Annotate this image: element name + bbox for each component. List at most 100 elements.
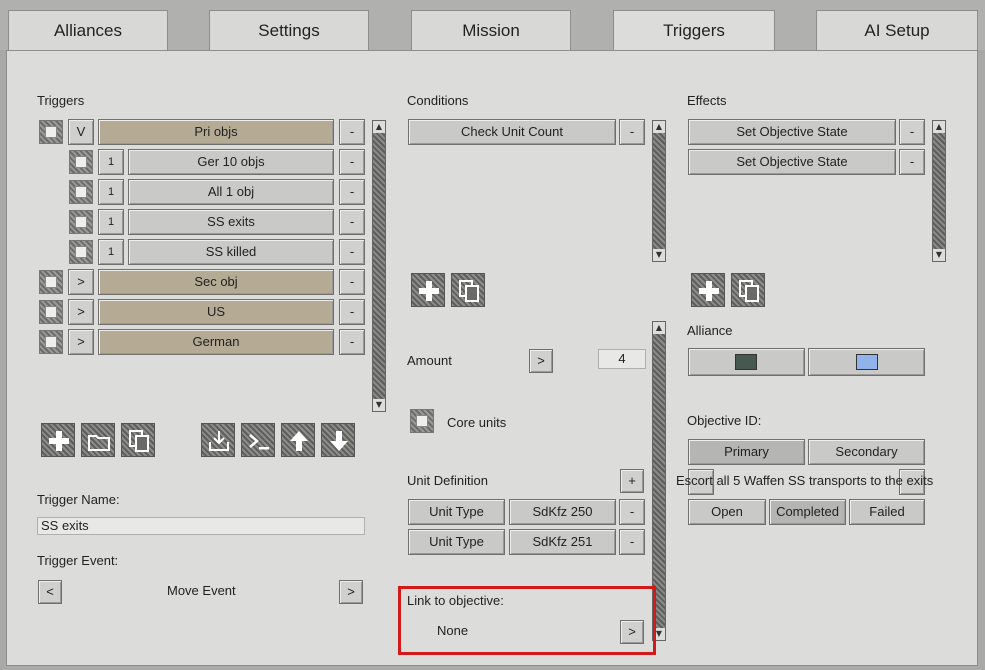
trigger-item[interactable]: SS killed bbox=[128, 239, 334, 265]
scroll-up-icon[interactable]: ▲ bbox=[373, 121, 385, 133]
unit-type-button[interactable]: Unit Type bbox=[408, 499, 505, 525]
add-condition-button[interactable] bbox=[411, 273, 445, 307]
alliance-us-button[interactable] bbox=[808, 348, 925, 376]
amount-arrow-button[interactable]: > bbox=[529, 349, 553, 373]
link-to-objective-value: None bbox=[437, 623, 469, 638]
add-unit-button[interactable]: + bbox=[620, 469, 644, 493]
trigger-checkbox[interactable] bbox=[39, 300, 63, 324]
effects-scrollbar[interactable]: ▲ ▼ bbox=[932, 120, 946, 262]
trigger-checkbox[interactable] bbox=[39, 270, 63, 294]
trigger-checkbox[interactable] bbox=[39, 120, 63, 144]
add-trigger-button[interactable] bbox=[41, 423, 75, 457]
scroll-down-icon[interactable]: ▼ bbox=[933, 249, 945, 261]
effect-item[interactable]: Set Objective State bbox=[688, 149, 896, 175]
state-failed-button[interactable]: Failed bbox=[849, 499, 925, 525]
scroll-down-icon[interactable]: ▼ bbox=[653, 249, 665, 261]
trigger-remove-button[interactable]: - bbox=[339, 179, 365, 205]
unit-remove-button[interactable]: - bbox=[619, 529, 645, 555]
add-effect-button[interactable] bbox=[691, 273, 725, 307]
trigger-expand-toggle[interactable]: V bbox=[68, 119, 94, 145]
trigger-remove-button[interactable]: - bbox=[339, 329, 365, 355]
conditions-scrollbar[interactable]: ▲ ▼ bbox=[652, 120, 666, 262]
tab-ai-setup[interactable]: AI Setup bbox=[816, 10, 978, 50]
trigger-checkbox[interactable] bbox=[39, 330, 63, 354]
copy-condition-button[interactable] bbox=[451, 273, 485, 307]
state-completed-button[interactable]: Completed bbox=[769, 499, 846, 525]
unit-value-button[interactable]: SdKfz 250 bbox=[509, 499, 616, 525]
trigger-expand-toggle[interactable]: 1 bbox=[98, 149, 124, 175]
scroll-up-icon[interactable]: ▲ bbox=[933, 121, 945, 133]
copy-icon bbox=[739, 280, 759, 302]
trigger-checkbox[interactable] bbox=[69, 150, 93, 174]
objective-secondary-button[interactable]: Secondary bbox=[808, 439, 925, 465]
trigger-item[interactable]: Ger 10 objs bbox=[128, 149, 334, 175]
trigger-remove-button[interactable]: - bbox=[339, 149, 365, 175]
add-folder-button[interactable] bbox=[81, 423, 115, 457]
condition-remove-button[interactable]: - bbox=[619, 119, 645, 145]
unit-remove-button[interactable]: - bbox=[619, 499, 645, 525]
move-up-button[interactable] bbox=[281, 423, 315, 457]
amount-label: Amount bbox=[407, 353, 452, 368]
trigger-item[interactable]: German bbox=[98, 329, 334, 355]
effect-item[interactable]: Set Objective State bbox=[688, 119, 896, 145]
trigger-item[interactable]: US bbox=[98, 299, 334, 325]
trigger-remove-button[interactable]: - bbox=[339, 119, 365, 145]
tab-mission[interactable]: Mission bbox=[411, 10, 571, 50]
event-prev-button[interactable]: < bbox=[38, 580, 62, 604]
scroll-down-icon[interactable]: ▼ bbox=[373, 399, 385, 411]
trigger-checkbox[interactable] bbox=[69, 180, 93, 204]
objective-text: Escort all 5 Waffen SS transports to the… bbox=[676, 473, 934, 488]
tab-triggers[interactable]: Triggers bbox=[613, 10, 775, 52]
trigger-expand-toggle[interactable]: > bbox=[68, 329, 94, 355]
copy-icon bbox=[129, 430, 149, 452]
trigger-checkbox[interactable] bbox=[69, 210, 93, 234]
trigger-item[interactable]: All 1 obj bbox=[128, 179, 334, 205]
effect-remove-button[interactable]: - bbox=[899, 119, 925, 145]
objective-id-label: Objective ID: bbox=[687, 413, 762, 428]
trigger-event-value: Move Event bbox=[167, 583, 236, 598]
arrow-up-icon bbox=[290, 431, 308, 451]
trigger-item[interactable]: SS exits bbox=[128, 209, 334, 235]
trigger-name-input[interactable]: SS exits bbox=[37, 517, 365, 535]
effect-remove-button[interactable]: - bbox=[899, 149, 925, 175]
state-open-button[interactable]: Open bbox=[688, 499, 766, 525]
link-to-objective-button[interactable]: > bbox=[620, 620, 644, 644]
trigger-expand-toggle[interactable]: 1 bbox=[98, 179, 124, 205]
amount-value[interactable]: 4 bbox=[598, 349, 646, 369]
copy-trigger-button[interactable] bbox=[121, 423, 155, 457]
scroll-up-icon[interactable]: ▲ bbox=[653, 121, 665, 133]
move-down-button[interactable] bbox=[321, 423, 355, 457]
trigger-item[interactable]: Sec obj bbox=[98, 269, 334, 295]
objective-primary-button[interactable]: Primary bbox=[688, 439, 805, 465]
trigger-checkbox[interactable] bbox=[69, 240, 93, 264]
trigger-remove-button[interactable]: - bbox=[339, 239, 365, 265]
alliance-color-swatch bbox=[735, 354, 757, 370]
tab-alliances[interactable]: Alliances bbox=[8, 10, 168, 50]
core-units-checkbox[interactable] bbox=[410, 409, 434, 433]
conditions-header: Conditions bbox=[407, 93, 469, 108]
condition-item[interactable]: Check Unit Count bbox=[408, 119, 616, 145]
trigger-remove-button[interactable]: - bbox=[339, 269, 365, 295]
alliance-german-button[interactable] bbox=[688, 348, 805, 376]
event-next-button[interactable]: > bbox=[339, 580, 363, 604]
effects-header: Effects bbox=[687, 93, 727, 108]
trigger-expand-toggle[interactable]: 1 bbox=[98, 209, 124, 235]
trigger-remove-button[interactable]: - bbox=[339, 299, 365, 325]
scroll-up-icon[interactable]: ▲ bbox=[653, 322, 665, 334]
triggers-header: Triggers bbox=[37, 93, 85, 108]
trigger-name-label: Trigger Name: bbox=[37, 492, 120, 507]
trigger-remove-button[interactable]: - bbox=[339, 209, 365, 235]
trigger-expand-toggle[interactable]: > bbox=[68, 269, 94, 295]
unit-value-button[interactable]: SdKfz 251 bbox=[509, 529, 616, 555]
trigger-expand-toggle[interactable]: > bbox=[68, 299, 94, 325]
trigger-event-label: Trigger Event: bbox=[37, 553, 119, 568]
tab-settings[interactable]: Settings bbox=[209, 10, 369, 50]
console-button[interactable] bbox=[241, 423, 275, 457]
trigger-expand-toggle[interactable]: 1 bbox=[98, 239, 124, 265]
import-button[interactable] bbox=[201, 423, 235, 457]
trigger-item[interactable]: Pri objs bbox=[98, 119, 334, 145]
triggers-scrollbar[interactable]: ▲ ▼ bbox=[372, 120, 386, 412]
unit-type-button[interactable]: Unit Type bbox=[408, 529, 505, 555]
plus-icon bbox=[49, 431, 69, 451]
copy-effect-button[interactable] bbox=[731, 273, 765, 307]
